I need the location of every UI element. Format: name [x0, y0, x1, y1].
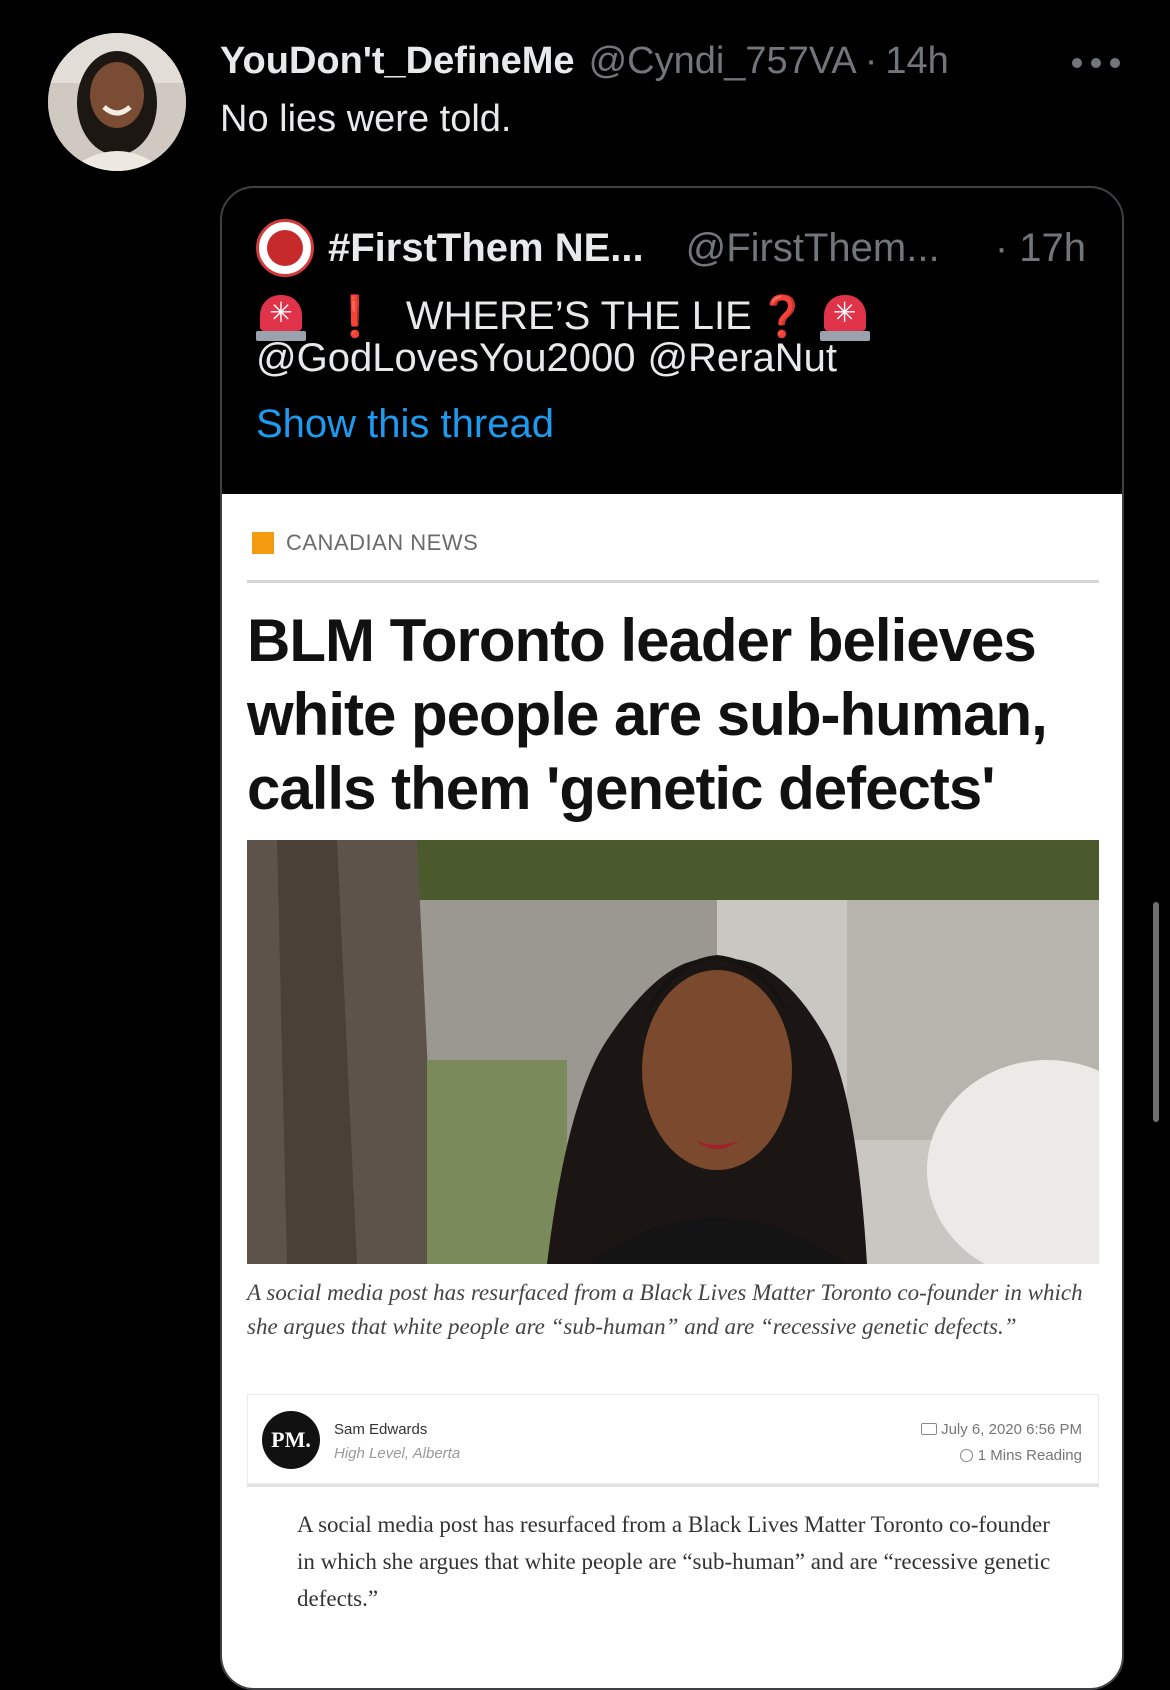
scrollbar[interactable]: [1153, 902, 1159, 1122]
show-thread-link[interactable]: Show this thread: [256, 394, 554, 454]
category-square-icon: [252, 532, 274, 554]
quoted-display-name: #FirstThem NE...: [328, 225, 644, 270]
article-byline: PM. Sam Edwards High Level, Alberta July…: [247, 1394, 1099, 1484]
divider: [247, 580, 1099, 583]
quoted-handle: @FirstThem...: [685, 225, 940, 270]
mention-link[interactable]: @GodLovesYou2000: [256, 336, 635, 381]
quoted-tweet-header: #FirstThem NE... @FirstThem... · 17h: [256, 218, 1086, 278]
article-caption: A social media post has resurfaced from …: [247, 1280, 1083, 1339]
article-location: High Level, Alberta: [334, 1445, 461, 1462]
quoted-avatar: [256, 219, 314, 277]
tweet-text: No lies were told.: [220, 98, 512, 140]
article-author: Sam Edwards: [334, 1421, 428, 1438]
reading-time: 1 Mins Reading: [977, 1447, 1082, 1464]
more-options-icon[interactable]: [1072, 48, 1120, 78]
separator-dot: ·: [864, 39, 878, 82]
publisher-logo: PM.: [262, 1411, 320, 1469]
quoted-time: · 17h: [994, 225, 1086, 270]
quoted-mentions: @GodLovesYou2000 @ReraNut: [256, 328, 837, 388]
article-meta: July 6, 2020 6:56 PM 1 Mins Reading: [921, 1417, 1082, 1469]
mention-link[interactable]: @ReraNut: [647, 336, 837, 381]
article-image[interactable]: CANADIAN NEWS BLM Toronto leader believe…: [222, 494, 1122, 1688]
tweet-time[interactable]: 14h: [885, 40, 948, 83]
clock-icon: [959, 1449, 973, 1462]
display-name[interactable]: YouDon't_DefineMe: [220, 40, 575, 83]
calendar-icon: [921, 1423, 938, 1435]
user-avatar[interactable]: [48, 33, 186, 171]
article-category: CANADIAN NEWS: [252, 528, 478, 558]
article-headline: BLM Toronto leader believes white people…: [247, 607, 1048, 822]
article-photo: [247, 840, 1099, 1264]
article-date: July 6, 2020 6:56 PM: [941, 1421, 1082, 1438]
user-handle[interactable]: @Cyndi_757VA: [589, 40, 857, 83]
tweet-header: YouDon't_DefineMe @Cyndi_757VA · 14h: [220, 36, 949, 86]
article-body: A social media post has resurfaced from …: [297, 1512, 1051, 1611]
quoted-tweet[interactable]: #FirstThem NE... @FirstThem... · 17h ✳ ❗…: [220, 186, 1124, 1690]
category-label: CANADIAN NEWS: [286, 530, 479, 555]
